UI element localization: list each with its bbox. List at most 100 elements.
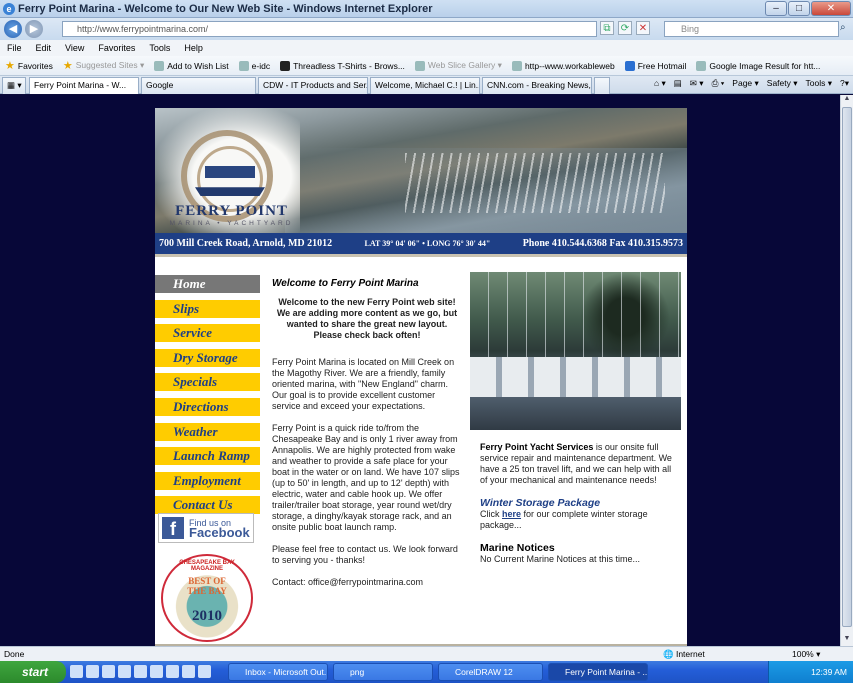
fav-label: Suggested Sites ▾ <box>75 60 145 70</box>
vertical-scrollbar[interactable]: ▲ ▼ <box>840 95 853 646</box>
home-icon[interactable]: ⌂ ▾ <box>654 78 666 89</box>
fav-workableweb[interactable]: http--www.workableweb <box>507 60 620 71</box>
photo-boats <box>470 357 681 397</box>
tab-bar: ▦ ▾ Ferry Point Marina - W... Google CDW… <box>0 76 853 94</box>
page-icon <box>511 60 522 71</box>
nav-contact-us[interactable]: Contact Us <box>155 496 260 515</box>
nav-directions[interactable]: Directions <box>155 397 260 416</box>
winter-storage-text: Click here for our complete winter stora… <box>480 509 681 531</box>
quicklaunch-icon[interactable] <box>134 665 147 678</box>
tab-linkedin[interactable]: Welcome, Michael C.! | Lin... <box>370 77 480 94</box>
help-icon[interactable]: ?▾ <box>840 78 849 89</box>
marine-notices-text: No Current Marine Notices at this time..… <box>480 554 641 564</box>
nav-weather[interactable]: Weather <box>155 422 260 441</box>
search-icon[interactable]: ⌕ <box>840 22 852 36</box>
menu-tools[interactable]: Tools <box>142 43 177 53</box>
fav-e-idc[interactable]: e-idc <box>234 60 275 71</box>
contact-strip: 700 Mill Creek Road, Arnold, MD 21012 LA… <box>155 233 687 257</box>
menu-edit[interactable]: Edit <box>29 43 59 53</box>
fav-google-image[interactable]: Google Image Result for htt... <box>691 60 825 71</box>
compat-view-icon[interactable]: ⧉ <box>600 21 614 35</box>
quicklaunch-icon[interactable] <box>118 665 131 678</box>
tab-list-icon[interactable]: ▦ ▾ <box>2 77 26 94</box>
feeds-icon[interactable]: ▤ <box>674 78 682 89</box>
search-input[interactable]: Bing <box>664 21 839 37</box>
nav-employment[interactable]: Employment <box>155 471 260 490</box>
yacht-services: Ferry Point Yacht Services is our onsite… <box>480 442 681 486</box>
phone-fax: Phone 410.544.6368 Fax 410.315.9573 <box>522 238 683 249</box>
new-tab-button[interactable] <box>594 77 610 94</box>
menu-favorites[interactable]: Favorites <box>91 43 142 53</box>
url-input[interactable]: http://www.ferrypointmarina.com/ <box>62 21 597 37</box>
quicklaunch-icon[interactable] <box>150 665 163 678</box>
print-icon[interactable]: ⎙ ▾ <box>712 78 725 89</box>
fav-threadless[interactable]: Threadless T-Shirts - Brows... <box>275 60 410 71</box>
nav-launch-ramp[interactable]: Launch Ramp <box>155 447 260 466</box>
fav-web-slice[interactable]: Web Slice Gallery ▾ <box>410 60 507 71</box>
menu-view[interactable]: View <box>58 43 91 53</box>
facebook-badge[interactable]: f Find us on Facebook <box>158 513 254 543</box>
tab-ferry-point[interactable]: Ferry Point Marina - W... <box>29 77 139 94</box>
marina-photo <box>470 272 681 430</box>
start-button[interactable]: start <box>0 661 66 683</box>
winter-storage-link[interactable]: here <box>502 509 521 519</box>
scroll-thumb[interactable] <box>842 107 852 627</box>
maximize-button[interactable]: □ <box>788 1 810 16</box>
task-png[interactable]: png <box>333 663 433 681</box>
task-outlook[interactable]: Inbox - Microsoft Out... <box>228 663 328 681</box>
fav-label: http--www.workableweb <box>524 60 615 71</box>
quicklaunch-icon[interactable] <box>70 665 83 678</box>
menu-help[interactable]: Help <box>177 43 210 53</box>
scroll-up-icon[interactable]: ▲ <box>841 95 853 106</box>
nav-specials[interactable]: Specials <box>155 373 260 392</box>
stop-icon[interactable]: ✕ <box>636 21 650 35</box>
quicklaunch-icon[interactable] <box>86 665 99 678</box>
fav-wish-list[interactable]: Add to Wish List <box>149 60 233 71</box>
back-icon[interactable]: ◀ <box>4 20 22 38</box>
page-viewport: FERRY POINT MARINA • YACHTYARD 700 Mill … <box>0 95 840 646</box>
details-paragraph: Ferry Point is a quick ride to/from the … <box>272 423 460 532</box>
close-button[interactable]: ✕ <box>811 1 851 16</box>
tab-cnn[interactable]: CNN.com - Breaking News,... <box>482 77 592 94</box>
fav-hotmail[interactable]: Free Hotmail <box>620 60 692 71</box>
scroll-down-icon[interactable]: ▼ <box>841 635 853 646</box>
favorites-label: Favorites <box>17 60 53 71</box>
logo-text[interactable]: FERRY POINT <box>169 203 294 220</box>
favorites-button[interactable]: ★ Favorites <box>0 59 58 72</box>
url-actions: ⧉ ⟳ ✕ <box>600 21 650 35</box>
nav-home[interactable]: Home <box>155 275 260 293</box>
quicklaunch-icon[interactable] <box>182 665 195 678</box>
quicklaunch-icon[interactable] <box>102 665 115 678</box>
refresh-icon[interactable]: ⟳ <box>618 21 632 35</box>
task-ferry-point[interactable]: Ferry Point Marina - ... <box>548 663 648 681</box>
safety-menu[interactable]: Safety ▾ <box>767 78 798 89</box>
tshirt-icon <box>280 60 291 71</box>
menu-file[interactable]: File <box>0 43 29 53</box>
tools-menu[interactable]: Tools ▾ <box>806 78 832 89</box>
fav-label: Web Slice Gallery ▾ <box>427 60 502 70</box>
zoom-control[interactable]: 100% ▾ <box>792 647 820 661</box>
nav-dry-storage[interactable]: Dry Storage <box>155 348 260 367</box>
welcome-heading: Welcome to Ferry Point Marina <box>272 278 419 289</box>
street-address: 700 Mill Creek Road, Arnold, MD 21012 <box>159 238 333 249</box>
minimize-button[interactable]: – <box>765 1 787 16</box>
nav-service[interactable]: Service <box>155 324 260 343</box>
tab-google[interactable]: Google <box>141 77 256 94</box>
nav-slips[interactable]: Slips <box>155 299 260 318</box>
address-bar: ◀ ▶ http://www.ferrypointmarina.com/ ⧉ ⟳… <box>0 18 853 40</box>
fav-suggested-sites[interactable]: ★ Suggested Sites ▾ <box>58 59 149 72</box>
clock[interactable]: 12:39 AM <box>811 667 847 677</box>
fav-label: Add to Wish List <box>167 60 229 71</box>
task-coreldraw[interactable]: CorelDRAW 12 <box>438 663 543 681</box>
page-menu[interactable]: Page ▾ <box>732 78 758 89</box>
forward-icon[interactable]: ▶ <box>25 20 43 38</box>
quicklaunch-icon[interactable] <box>166 665 179 678</box>
favorites-star-icon: ★ <box>5 60 15 72</box>
fav-label: Threadless T-Shirts - Brows... <box>293 60 405 71</box>
tab-cdw[interactable]: CDW - IT Products and Ser... <box>258 77 368 94</box>
quicklaunch-icon[interactable] <box>198 665 211 678</box>
side-text: Ferry Point Yacht Services is our onsite… <box>470 442 681 565</box>
welcome-lead: Welcome to the new Ferry Point web site!… <box>276 297 458 340</box>
mail-icon[interactable]: ✉ ▾ <box>690 78 704 89</box>
menu-bar: File Edit View Favorites Tools Help <box>0 40 853 56</box>
